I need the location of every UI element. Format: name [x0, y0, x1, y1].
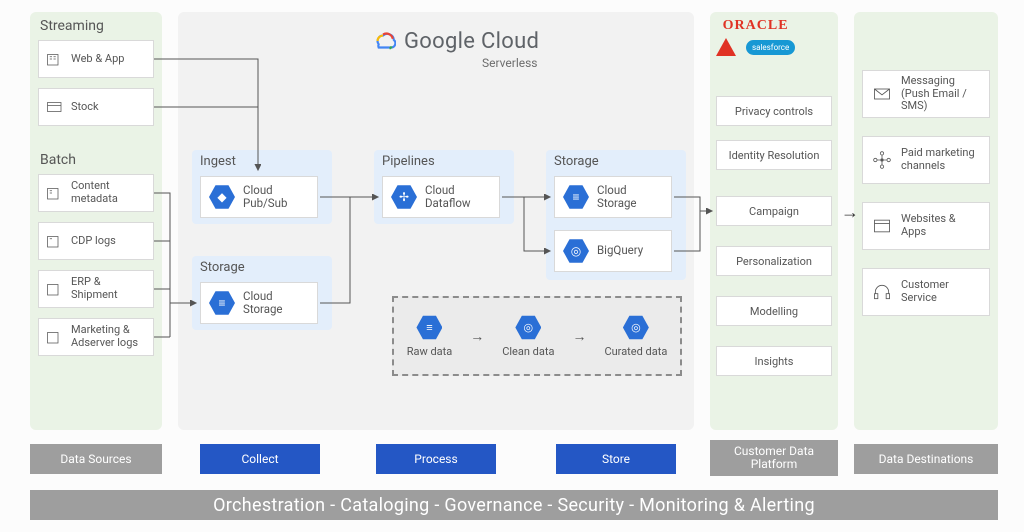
card-label: Campaign	[749, 205, 799, 218]
service-cloud-storage-in: ≡ Cloud Storage	[200, 282, 318, 324]
cdp-personalization: Personalization	[716, 246, 832, 276]
card-label: Messaging (Push Email / SMS)	[901, 75, 983, 113]
source-content-metadata: Content metadata	[38, 174, 154, 212]
building-icon	[45, 328, 65, 346]
google-cloud-subtitle: Serverless	[482, 56, 538, 70]
card-icon	[45, 98, 65, 116]
source-web-and-app: Web & App	[38, 40, 154, 78]
region-heading: Storage	[192, 256, 332, 277]
cdp-insights: Insights	[716, 346, 832, 376]
data-progression: ≡ Raw data → ◎ Clean data → ◎ Curated da…	[392, 296, 682, 376]
heading-streaming: Streaming	[40, 18, 104, 34]
source-label: Marketing & Adserver logs	[71, 324, 147, 349]
service-label: BigQuery	[597, 244, 643, 257]
building-icon	[45, 50, 65, 68]
source-label: CDP logs	[71, 235, 116, 248]
architecture-diagram: Streaming Batch Web & App Stock Content …	[0, 0, 1024, 532]
headset-icon	[871, 282, 893, 302]
cloud-storage-icon: ≡	[209, 290, 235, 316]
card-label: Identity Resolution	[729, 149, 820, 162]
service-label: Cloud Storage	[243, 290, 309, 316]
service-dataflow: ✢ Cloud Dataflow	[382, 176, 500, 218]
oracle-logo: ORACLE	[723, 18, 789, 34]
google-cloud-title: Google Cloud	[370, 28, 539, 54]
cdp-campaign: Campaign	[716, 196, 832, 226]
stage-label-process: Process	[376, 444, 496, 474]
source-cdp-logs: CDP logs	[38, 222, 154, 260]
google-cloud-logo-icon	[370, 28, 396, 54]
governance-banner: Orchestration - Cataloging - Governance …	[30, 490, 998, 520]
building-icon	[45, 184, 65, 202]
stage-label-store: Store	[556, 444, 676, 474]
region-heading: Storage	[546, 150, 686, 171]
source-label: ERP & Shipment	[71, 276, 147, 301]
card-label: Modelling	[750, 305, 798, 318]
dest-customer-service: Customer Service	[862, 268, 990, 316]
cloud-storage-icon: ≡	[563, 184, 589, 210]
service-bigquery: ◎ BigQuery	[554, 230, 672, 272]
envelope-icon	[871, 84, 893, 104]
service-label: Cloud Storage	[597, 184, 663, 210]
stage-label-sources: Data Sources	[30, 444, 162, 474]
bigquery-icon: ◎	[563, 238, 589, 264]
stage-label: Raw data	[407, 345, 453, 358]
card-label: Privacy controls	[735, 105, 813, 118]
source-label: Web & App	[71, 53, 124, 66]
service-label: Cloud Pub/Sub	[243, 184, 309, 210]
heading-batch: Batch	[40, 152, 76, 168]
curated-data-icon: ◎	[623, 315, 649, 341]
salesforce-logo: salesforce	[746, 40, 795, 55]
stage-label-cdp: Customer Data Platform	[710, 440, 838, 476]
card-label: Personalization	[736, 255, 812, 268]
stage-label-destinations: Data Destinations	[854, 444, 998, 474]
adobe-logo-icon	[716, 38, 736, 56]
card-label: Insights	[755, 355, 794, 368]
vendor-logos: ORACLE salesforce	[716, 18, 795, 56]
service-cloud-storage-out: ≡ Cloud Storage	[554, 176, 672, 218]
browser-icon	[871, 216, 893, 236]
card-label: Paid marketing channels	[901, 147, 983, 172]
building-icon	[45, 280, 65, 298]
card-label: Websites & Apps	[901, 213, 983, 238]
building-icon	[45, 232, 65, 250]
raw-data-icon: ≡	[416, 315, 442, 341]
stage-curated: ◎ Curated data	[604, 315, 667, 358]
stage-label: Clean data	[502, 345, 554, 358]
arrow-right-icon: →	[572, 328, 586, 345]
source-erp-shipment: ERP & Shipment	[38, 270, 154, 308]
cdp-modelling: Modelling	[716, 296, 832, 326]
clean-data-icon: ◎	[515, 315, 541, 341]
pubsub-icon: ◆	[209, 184, 235, 210]
cdp-identity-resolution: Identity Resolution	[716, 140, 832, 170]
dest-paid-marketing: Paid marketing channels	[862, 136, 990, 184]
network-icon	[871, 150, 893, 170]
dataflow-icon: ✢	[391, 184, 417, 210]
arrow-right-icon: →	[470, 328, 484, 345]
dest-websites-apps: Websites & Apps	[862, 202, 990, 250]
service-pubsub: ◆ Cloud Pub/Sub	[200, 176, 318, 218]
stage-label: Curated data	[604, 345, 667, 358]
arrow-right-icon: →	[841, 202, 859, 223]
cdp-privacy-controls: Privacy controls	[716, 96, 832, 126]
source-stock: Stock	[38, 88, 154, 126]
google-cloud-label: Google Cloud	[404, 29, 539, 54]
dest-messaging: Messaging (Push Email / SMS)	[862, 70, 990, 118]
region-heading: Ingest	[192, 150, 332, 171]
source-label: Content metadata	[71, 180, 147, 205]
region-heading: Pipelines	[374, 150, 514, 171]
stage-raw: ≡ Raw data	[407, 315, 453, 358]
card-label: Customer Service	[901, 279, 983, 304]
stage-clean: ◎ Clean data	[502, 315, 554, 358]
stage-label-collect: Collect	[200, 444, 320, 474]
source-label: Stock	[71, 101, 99, 114]
service-label: Cloud Dataflow	[425, 184, 491, 210]
source-marketing-logs: Marketing & Adserver logs	[38, 318, 154, 356]
